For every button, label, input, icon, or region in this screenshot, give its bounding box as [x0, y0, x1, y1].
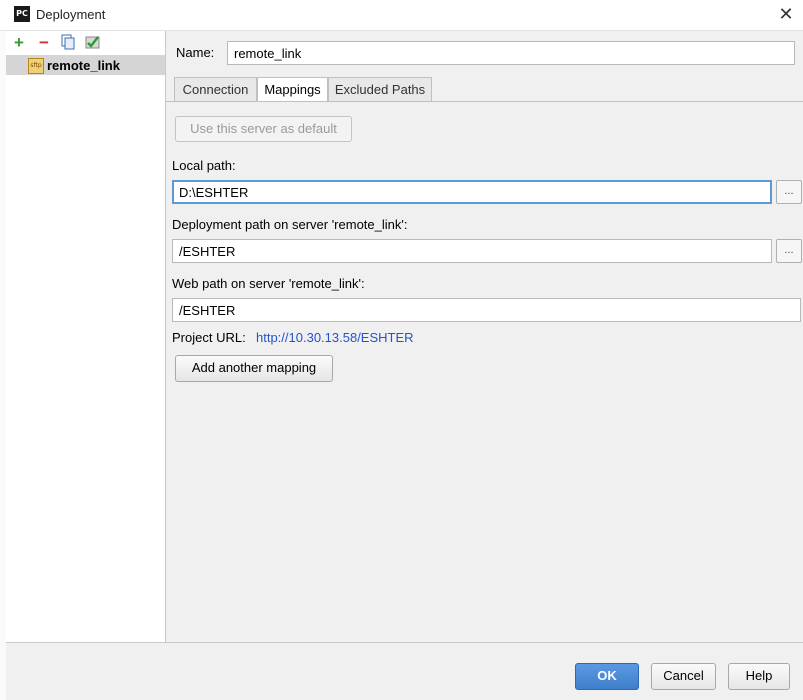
window-title: Deployment — [36, 7, 106, 22]
help-button[interactable]: Help — [728, 663, 790, 690]
server-list-panel: + − sftp remote_link — [6, 31, 166, 642]
web-path-label: Web path on server 'remote_link': — [172, 276, 365, 291]
cancel-button[interactable]: Cancel — [651, 663, 716, 690]
deployment-path-browse-button[interactable]: ... — [776, 239, 802, 263]
remove-server-icon[interactable]: − — [35, 34, 53, 52]
title-bar: PC Deployment ✕ — [0, 0, 803, 31]
ok-button[interactable]: OK — [575, 663, 639, 690]
project-url-label: Project URL: — [172, 330, 246, 345]
pycharm-app-icon: PC — [14, 6, 30, 22]
local-path-browse-button[interactable]: ... — [776, 180, 802, 204]
use-as-default-button[interactable]: Use this server as default — [175, 116, 352, 142]
server-toolbar: + − — [6, 31, 165, 55]
local-path-label: Local path: — [172, 158, 236, 173]
close-icon[interactable]: ✕ — [775, 3, 797, 25]
tab-connection[interactable]: Connection — [174, 77, 257, 101]
project-url-link[interactable]: http://10.30.13.58/ESHTER — [256, 330, 414, 345]
name-input[interactable] — [227, 41, 795, 65]
add-server-icon[interactable]: + — [10, 34, 28, 52]
sftp-icon: sftp — [28, 58, 44, 74]
deployment-path-label: Deployment path on server 'remote_link': — [172, 217, 408, 232]
use-as-default-icon[interactable] — [84, 34, 102, 52]
deployment-path-input[interactable] — [172, 239, 772, 263]
copy-server-icon[interactable] — [59, 34, 77, 52]
name-label: Name: — [176, 45, 215, 60]
server-list-item[interactable]: sftp remote_link — [6, 55, 165, 75]
add-another-mapping-button[interactable]: Add another mapping — [175, 355, 333, 382]
tab-mappings[interactable]: Mappings — [257, 77, 328, 101]
tab-excluded-paths[interactable]: Excluded Paths — [328, 77, 432, 101]
local-path-input[interactable] — [172, 180, 772, 204]
server-label: remote_link — [47, 58, 120, 73]
web-path-input[interactable] — [172, 298, 801, 322]
